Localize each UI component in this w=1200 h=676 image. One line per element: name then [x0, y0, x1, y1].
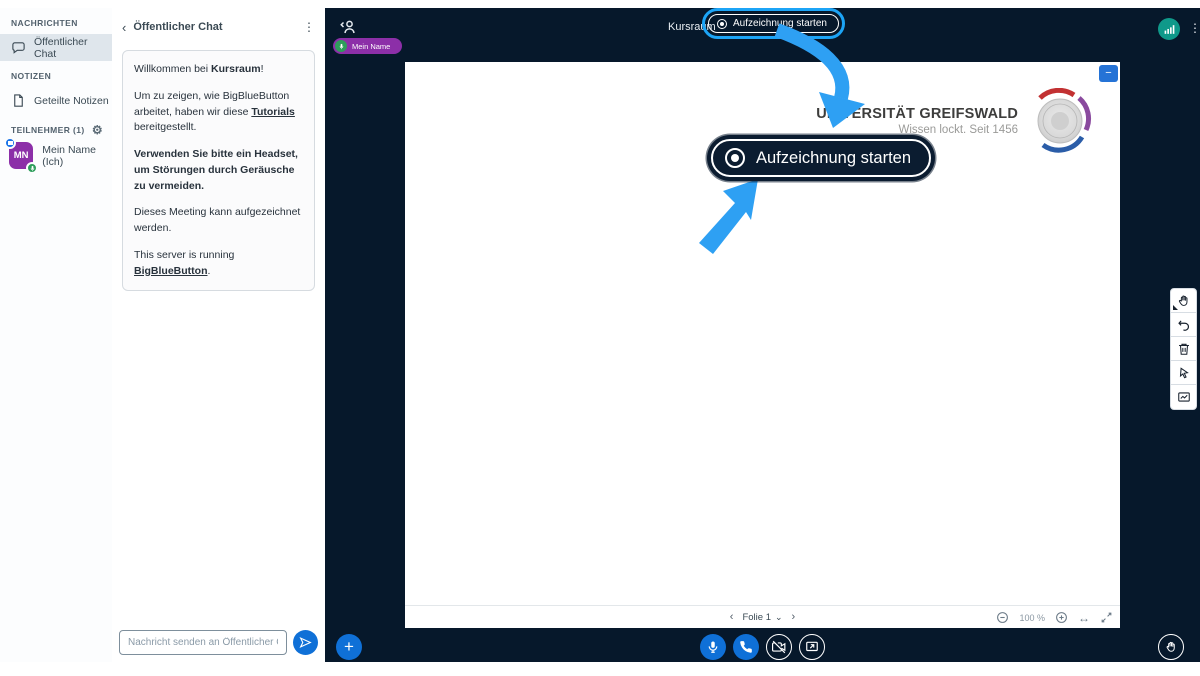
toggle-userlist-icon[interactable] [338, 18, 358, 36]
sidebar-item-label: Geteilte Notizen [34, 95, 109, 107]
bigbluebutton-link[interactable]: BigBlueButton [134, 265, 208, 277]
minimize-presentation-button[interactable]: − [1099, 65, 1118, 82]
chat-title: Öffentlicher Chat [133, 21, 303, 33]
sidebar-item-public-chat[interactable]: Öffentlicher Chat [0, 34, 112, 61]
phone-icon [739, 640, 753, 654]
messages-header: NACHRICHTEN [11, 18, 112, 28]
welcome-record-line: Dieses Meeting kann aufgezeichnet werden… [134, 205, 303, 237]
start-recording-button[interactable]: Aufzeichnung starten [708, 14, 839, 33]
slide-navigation: ‹ Folie 1 ⌄ › [730, 606, 795, 629]
userlist-sidebar: NACHRICHTEN Öffentlicher Chat NOTIZEN Ge… [0, 8, 112, 662]
chat-input-row [119, 630, 318, 655]
whiteboard-tools-panel [1170, 288, 1197, 410]
chat-message-input[interactable] [119, 630, 287, 655]
record-button-label: Aufzeichnung starten [733, 18, 827, 29]
chat-options-kebab-icon[interactable]: ⋮ [303, 21, 315, 33]
microphone-icon [706, 640, 720, 654]
mute-microphone-button[interactable] [700, 634, 726, 660]
mic-on-icon [335, 40, 347, 52]
welcome-tutorials-line: Um zu zeigen, wie BigBlueButton arbeitet… [134, 89, 303, 136]
slide-select-dropdown[interactable]: Folie 1 ⌄ [742, 612, 782, 623]
avatar-initials: MN [14, 150, 29, 161]
send-message-button[interactable] [293, 630, 318, 655]
sidebar-item-label: Öffentlicher Chat [34, 36, 112, 60]
hand-tool-button[interactable] [1171, 289, 1196, 313]
logo-title: UNIVERSITÄT GREIFSWALD [816, 106, 1018, 122]
gear-icon[interactable]: ⚙ [92, 124, 103, 136]
screenshare-icon [805, 640, 819, 654]
talking-indicator-pill[interactable]: Mein Name [333, 38, 402, 54]
welcome-server-line: This server is running BigBlueButton. [134, 248, 303, 280]
unmuted-mic-badge-icon [26, 162, 38, 174]
share-screen-button[interactable] [799, 634, 825, 660]
chart-box-icon [1177, 390, 1191, 404]
undo-button[interactable] [1171, 313, 1196, 337]
record-icon [717, 19, 727, 29]
share-webcam-button[interactable] [766, 634, 792, 660]
participants-header-row: TEILNEHMER (1) ⚙ [11, 124, 112, 136]
record-icon-large [725, 148, 745, 168]
participant-row[interactable]: MN Mein Name (Ich) [0, 142, 112, 169]
participant-name: Mein Name (Ich) [42, 144, 112, 168]
chat-bubble-icon [11, 40, 26, 55]
signal-bars-icon [1163, 23, 1176, 36]
slide-label: Folie 1 [742, 612, 771, 623]
hand-tool-icon [1177, 294, 1191, 308]
delete-annotations-button[interactable] [1171, 337, 1196, 361]
actions-plus-button[interactable]: + [336, 634, 362, 660]
zoom-value: 100 % [1019, 613, 1045, 623]
recording-tooltip-annotation: Aufzeichnung starten [707, 135, 935, 181]
talking-user-name: Mein Name [352, 42, 390, 51]
options-kebab-icon[interactable]: ⋮ [1189, 21, 1200, 35]
trash-icon [1177, 342, 1191, 356]
avatar: MN [9, 142, 33, 169]
webcam-off-icon [772, 640, 786, 654]
send-plane-icon [299, 636, 312, 649]
presenter-badge-icon [4, 137, 16, 149]
zoom-in-icon[interactable] [1055, 611, 1068, 624]
presentation-toolbar: ‹ Folie 1 ⌄ › 100 % ↔ [405, 605, 1120, 628]
welcome-headset-line: Verwenden Sie bitte ein Headset, um Stör… [134, 147, 303, 194]
undo-icon [1177, 318, 1191, 332]
tooltip-label: Aufzeichnung starten [756, 149, 911, 168]
zoom-out-icon[interactable] [996, 611, 1009, 624]
snapshot-chart-button[interactable] [1171, 385, 1196, 409]
app-area: NACHRICHTEN Öffentlicher Chat NOTIZEN Ge… [0, 8, 1200, 662]
raise-hand-icon [1164, 640, 1178, 654]
sidebar-item-shared-notes[interactable]: Geteilte Notizen [0, 87, 112, 114]
fit-width-icon[interactable]: ↔ [1078, 612, 1090, 624]
notes-icon [11, 93, 26, 108]
fullscreen-icon[interactable] [1100, 611, 1113, 624]
chat-collapse-icon[interactable]: ‹ [122, 21, 126, 34]
tutorials-link[interactable]: Tutorials [251, 106, 295, 118]
cursor-icon [1177, 366, 1191, 380]
main-stage: Kursraum Aufzeichnung starten ⋮ Mein Nam… [325, 8, 1200, 662]
chevron-down-icon: ⌄ [775, 612, 783, 623]
next-slide-icon[interactable]: › [792, 612, 796, 623]
zoom-controls: 100 % ↔ [996, 606, 1113, 629]
leave-audio-button[interactable] [733, 634, 759, 660]
university-seal-icon [1027, 88, 1093, 154]
record-button-wrap: Aufzeichnung starten [708, 14, 839, 33]
welcome-message-card: Willkommen bei Kursraum! Um zu zeigen, w… [122, 50, 315, 291]
raise-hand-button[interactable] [1158, 634, 1184, 660]
tool-options-corner [1173, 305, 1178, 310]
multiuser-whiteboard-button[interactable] [1171, 361, 1196, 385]
chat-header: ‹ Öffentlicher Chat ⋮ [112, 14, 325, 40]
participants-header: TEILNEHMER (1) [11, 125, 85, 135]
notes-header: NOTIZEN [11, 71, 112, 81]
public-chat-panel: ‹ Öffentlicher Chat ⋮ Willkommen bei Kur… [112, 8, 325, 662]
previous-slide-icon[interactable]: ‹ [730, 612, 734, 623]
welcome-title: Willkommen bei Kursraum! [134, 62, 303, 78]
bigbluebutton-app: NACHRICHTEN Öffentlicher Chat NOTIZEN Ge… [0, 0, 1200, 676]
connection-status-button[interactable] [1158, 18, 1180, 40]
